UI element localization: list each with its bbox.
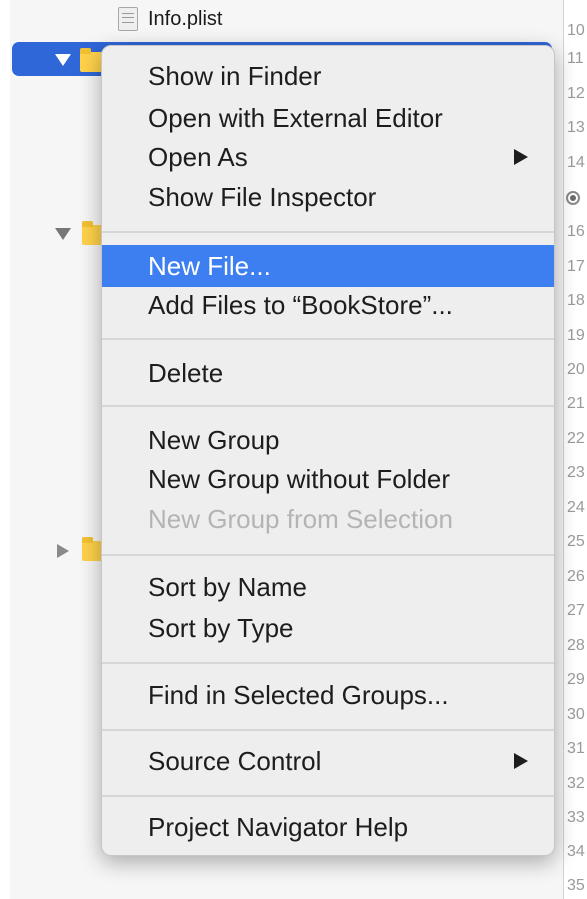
- menu-item-new-group-without-folder[interactable]: New Group without Folder: [102, 458, 554, 500]
- menu-separator: [102, 729, 554, 731]
- menu-item-find-in-selected-groups[interactable]: Find in Selected Groups...: [102, 674, 554, 716]
- line-number: 35: [567, 877, 585, 894]
- menu-item-show-file-inspector[interactable]: Show File Inspector: [102, 176, 554, 218]
- line-number: 28: [567, 637, 585, 654]
- menu-item-project-navigator-help[interactable]: Project Navigator Help: [102, 806, 554, 848]
- line-number: 26: [567, 568, 585, 585]
- line-number: 20: [567, 361, 585, 378]
- line-number-gutter: 10 11 12 13 14 16 17 18 19 20 21 22 23 2…: [564, 0, 587, 899]
- line-number: 30: [567, 706, 585, 723]
- menu-item-sort-by-type[interactable]: Sort by Type: [102, 607, 554, 649]
- menu-item-label: New File...: [148, 251, 271, 281]
- line-number: 10: [567, 22, 585, 39]
- menu-item-show-in-finder[interactable]: Show in Finder: [102, 55, 554, 97]
- menu-item-label: Show File Inspector: [148, 182, 377, 212]
- line-number: 32: [567, 775, 585, 792]
- disclosure-down-icon[interactable]: [55, 54, 71, 66]
- menu-item-label: New Group: [148, 425, 280, 455]
- file-name: Info.plist: [148, 7, 223, 30]
- menu-item-new-group[interactable]: New Group: [102, 419, 554, 461]
- line-number: 29: [567, 671, 585, 688]
- menu-item-label: Open with External Editor: [148, 103, 443, 133]
- navigator-file-row[interactable]: Info.plist: [118, 5, 222, 33]
- line-number: 18: [567, 292, 585, 309]
- breakpoint-icon[interactable]: [566, 191, 580, 205]
- line-number: 22: [567, 430, 585, 447]
- menu-separator: [102, 405, 554, 407]
- menu-item-label: Sort by Type: [148, 613, 294, 643]
- menu-item-label: New Group from Selection: [148, 504, 453, 534]
- line-number: 25: [567, 533, 585, 550]
- menu-item-delete[interactable]: Delete: [102, 352, 554, 394]
- menu-separator: [102, 338, 554, 340]
- line-number: 19: [567, 327, 585, 344]
- menu-item-sort-by-name[interactable]: Sort by Name: [102, 566, 554, 608]
- line-number: 21: [567, 395, 585, 412]
- line-number: 14: [567, 154, 585, 171]
- menu-item-open-with-external-editor[interactable]: Open with External Editor: [102, 97, 554, 139]
- line-number: 17: [567, 258, 585, 275]
- menu-item-label: Project Navigator Help: [148, 812, 409, 842]
- menu-separator: [102, 554, 554, 556]
- menu-item-label: Open As: [148, 142, 248, 172]
- menu-item-label: Sort by Name: [148, 572, 307, 602]
- menu-item-label: Find in Selected Groups...: [148, 680, 449, 710]
- line-number: 31: [567, 740, 585, 757]
- disclosure-right-icon[interactable]: [57, 544, 69, 558]
- xcode-window: Info.plist 10 11 12 13 14 16 17 18 19 20…: [0, 0, 587, 899]
- line-number: 12: [567, 85, 585, 102]
- menu-item-label: Delete: [148, 358, 224, 388]
- submenu-arrow-icon: [514, 753, 528, 769]
- menu-item-label: Show in Finder: [148, 61, 322, 91]
- menu-item-source-control[interactable]: Source Control: [102, 740, 554, 782]
- disclosure-down-icon[interactable]: [55, 228, 71, 240]
- menu-separator: [102, 795, 554, 797]
- plist-file-icon: [118, 7, 138, 31]
- line-number: 23: [567, 464, 585, 481]
- menu-item-label: Source Control: [148, 746, 322, 776]
- window-edge: [0, 0, 10, 899]
- context-menu: Show in Finder Open with External Editor…: [101, 45, 555, 856]
- menu-item-label: New Group without Folder: [148, 464, 451, 494]
- menu-item-new-group-from-selection: New Group from Selection: [102, 498, 554, 540]
- line-number: 11: [567, 50, 584, 67]
- line-number: 34: [567, 843, 585, 860]
- menu-separator: [102, 662, 554, 664]
- line-number: 16: [567, 223, 585, 240]
- line-number: 27: [567, 602, 585, 619]
- menu-item-add-files[interactable]: Add Files to “BookStore”...: [102, 284, 554, 326]
- line-number: 24: [567, 499, 585, 516]
- menu-item-label: Add Files to “BookStore”...: [148, 290, 453, 320]
- line-number: 13: [567, 119, 585, 136]
- submenu-arrow-icon: [514, 149, 528, 165]
- line-number: 33: [567, 809, 585, 826]
- menu-item-open-as[interactable]: Open As: [102, 136, 554, 178]
- menu-item-new-file[interactable]: New File...: [102, 245, 554, 287]
- menu-separator: [102, 231, 554, 233]
